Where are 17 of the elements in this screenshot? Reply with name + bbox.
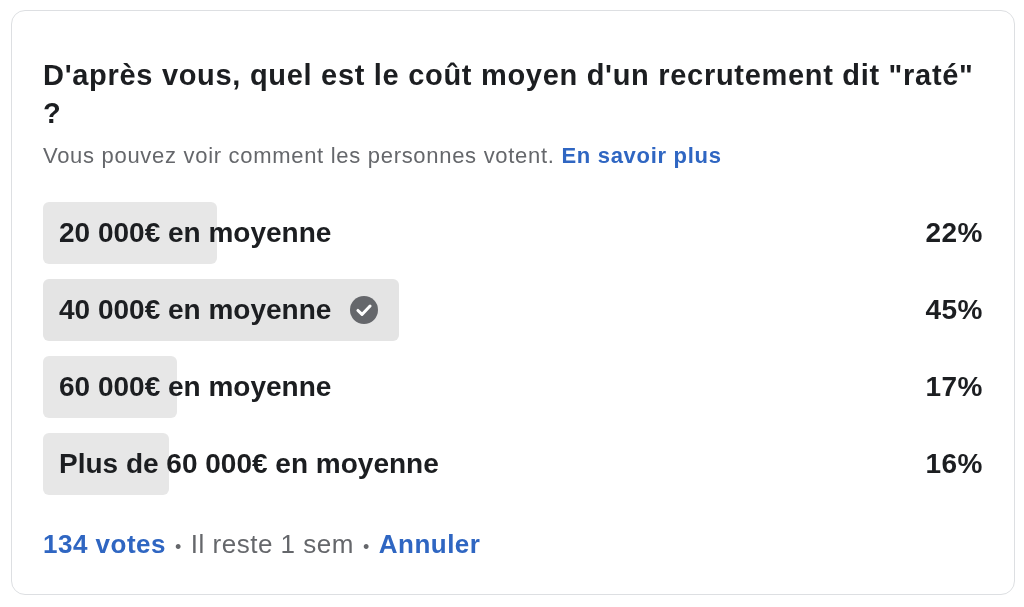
poll-option[interactable]: 60 000€ en moyenne xyxy=(43,356,833,418)
separator-dot: • xyxy=(175,536,182,559)
vote-percentage: 16% xyxy=(924,448,983,480)
votes-count-link[interactable]: 134 votes xyxy=(43,529,167,559)
poll-question: D'après vous, quel est le coût moyen d'un recrutement dit "raté" ? xyxy=(43,58,975,131)
poll-option[interactable]: 40 000€ en moyenne xyxy=(43,279,833,341)
learn-more-link[interactable]: En savoir plus xyxy=(561,143,722,168)
visibility-note: Vous pouvez voir comment les personnes votent. xyxy=(43,143,555,168)
poll-option[interactable]: 20 000€ en moyenne xyxy=(43,202,833,264)
separator-dot: • xyxy=(362,536,370,559)
vote-percentage: 17% xyxy=(924,371,983,403)
check-circle-icon xyxy=(350,296,379,324)
vote-percentage: 45% xyxy=(924,294,983,326)
vote-percentage: 22% xyxy=(924,217,983,249)
poll-option[interactable]: Plus de 60 000€ en moyenne xyxy=(43,433,833,495)
time-remaining: Il reste 1 sem xyxy=(190,529,354,559)
cancel-link[interactable]: Annuler xyxy=(378,529,481,559)
